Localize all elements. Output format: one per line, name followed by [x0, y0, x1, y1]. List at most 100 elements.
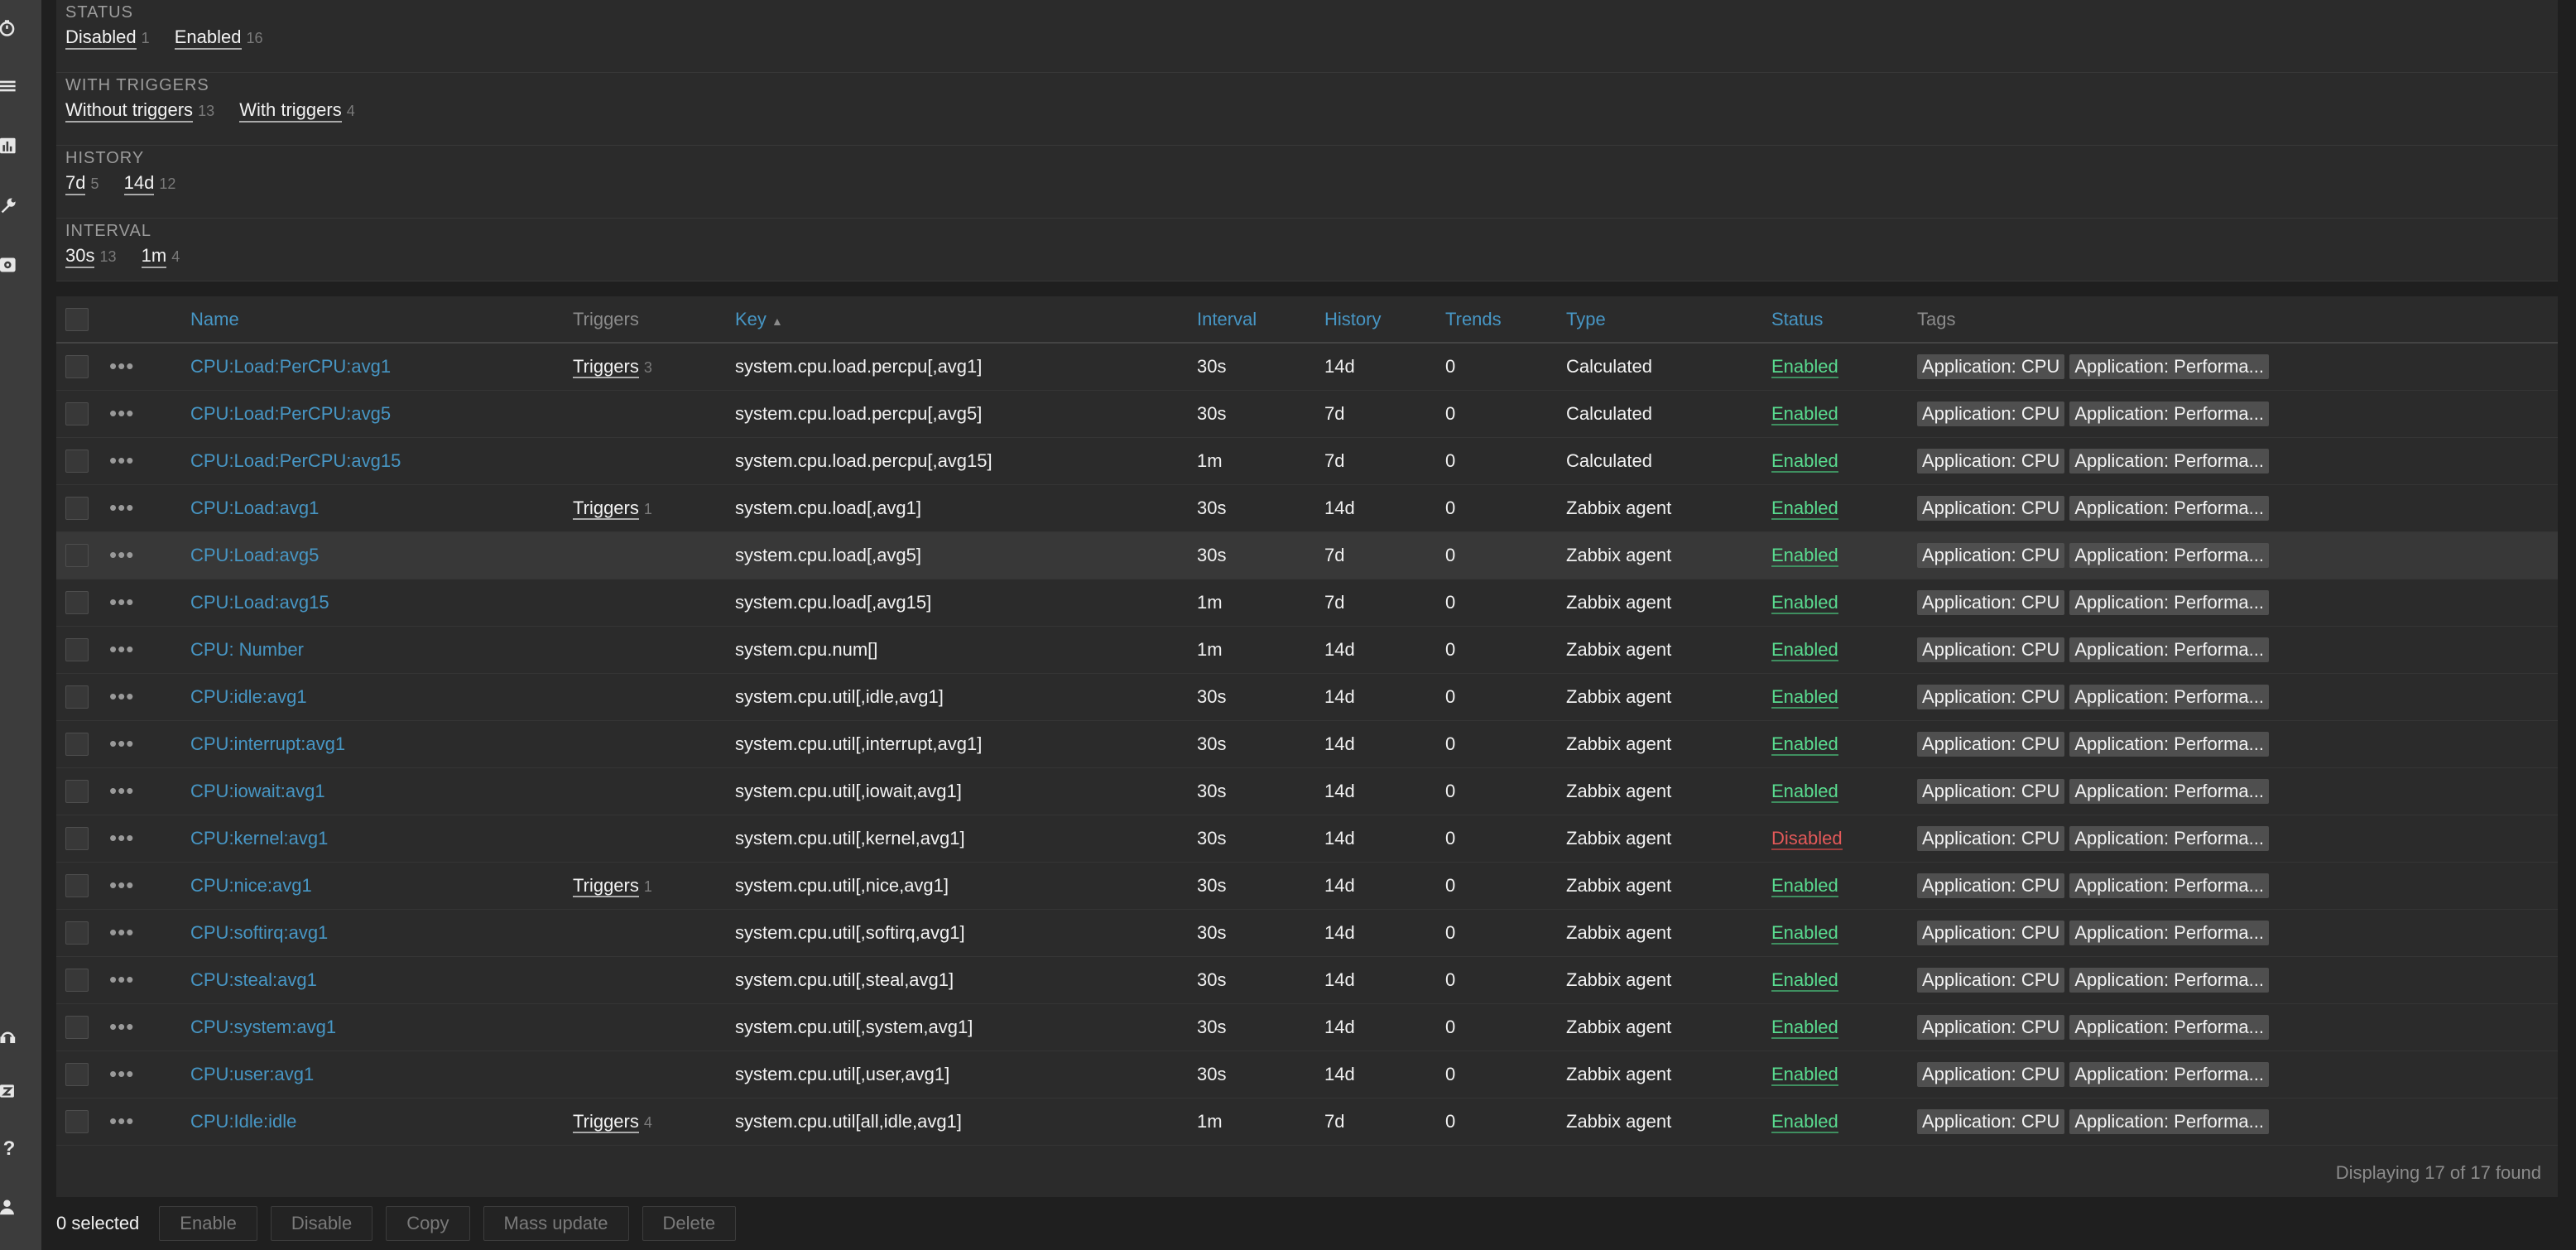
mass-update-button[interactable]: Mass update	[483, 1206, 629, 1241]
item-name-link[interactable]: CPU:Load:avg5	[190, 545, 319, 565]
row-checkbox[interactable]	[65, 1062, 89, 1086]
item-name-link[interactable]: CPU:Idle:idle	[190, 1111, 296, 1132]
row-menu-icon[interactable]: •••	[109, 731, 134, 756]
column-interval[interactable]: Interval	[1197, 296, 1324, 344]
status-toggle[interactable]: Disabled	[1771, 827, 1843, 850]
row-checkbox[interactable]	[65, 590, 89, 614]
column-type[interactable]: Type	[1566, 296, 1771, 344]
row-menu-icon[interactable]: •••	[109, 589, 134, 614]
row-checkbox[interactable]	[65, 1109, 89, 1133]
copy-button[interactable]: Copy	[386, 1206, 470, 1241]
column-status[interactable]: Status	[1771, 296, 1917, 344]
row-checkbox[interactable]	[65, 873, 89, 897]
filter-value[interactable]: With triggers 4	[239, 99, 355, 123]
zabbix-share-icon[interactable]	[0, 1076, 18, 1106]
item-name-link[interactable]: CPU:Load:PerCPU:avg5	[190, 403, 391, 424]
status-toggle[interactable]: Enabled	[1771, 497, 1838, 520]
item-name-link[interactable]: CPU:system:avg1	[190, 1017, 336, 1037]
filter-value[interactable]: Without triggers 13	[65, 99, 214, 123]
status-toggle[interactable]: Enabled	[1771, 1063, 1838, 1086]
status-toggle[interactable]: Enabled	[1771, 1016, 1838, 1039]
status-toggle[interactable]: Enabled	[1771, 685, 1838, 709]
row-checkbox[interactable]	[65, 354, 89, 378]
delete-button[interactable]: Delete	[642, 1206, 737, 1241]
filter-value[interactable]: 1m 4	[141, 245, 180, 268]
filter-value[interactable]: 30s 13	[65, 245, 117, 268]
status-toggle[interactable]: Enabled	[1771, 591, 1838, 614]
item-name-link[interactable]: CPU:nice:avg1	[190, 875, 312, 896]
status-toggle[interactable]: Enabled	[1771, 544, 1838, 567]
status-toggle[interactable]: Enabled	[1771, 780, 1838, 803]
triggers-link[interactable]: Triggers	[573, 1110, 639, 1133]
row-menu-icon[interactable]: •••	[109, 1061, 134, 1086]
filter-value[interactable]: Enabled 16	[174, 26, 263, 50]
row-menu-icon[interactable]: •••	[109, 1014, 134, 1039]
select-all-checkbox[interactable]	[65, 307, 89, 331]
row-menu-icon[interactable]: •••	[109, 920, 134, 945]
item-name-link[interactable]: CPU:Load:avg15	[190, 592, 329, 613]
row-menu-icon[interactable]: •••	[109, 825, 134, 850]
item-name-link[interactable]: CPU:kernel:avg1	[190, 828, 328, 849]
item-name-link[interactable]: CPU:idle:avg1	[190, 686, 307, 707]
status-toggle[interactable]: Enabled	[1771, 450, 1838, 473]
user-icon[interactable]	[0, 1192, 18, 1222]
row-menu-icon[interactable]: •••	[109, 1108, 134, 1133]
row-checkbox[interactable]	[65, 921, 89, 945]
support-icon[interactable]	[0, 1022, 18, 1051]
row-checkbox[interactable]	[65, 449, 89, 473]
column-trends[interactable]: Trends	[1445, 296, 1566, 344]
column-key[interactable]: Key ▲	[735, 296, 1197, 344]
status-toggle[interactable]: Enabled	[1771, 874, 1838, 897]
item-name-link[interactable]: CPU:Load:PerCPU:avg15	[190, 450, 401, 471]
disable-button[interactable]: Disable	[270, 1206, 373, 1241]
row-menu-icon[interactable]: •••	[109, 778, 134, 803]
filter-value[interactable]: Disabled 1	[65, 26, 150, 50]
wrench-icon[interactable]	[0, 190, 18, 220]
triggers-link[interactable]: Triggers	[573, 497, 639, 520]
row-checkbox[interactable]	[65, 826, 89, 850]
gear-icon[interactable]	[0, 250, 18, 280]
row-checkbox[interactable]	[65, 637, 89, 661]
column-history[interactable]: History	[1324, 296, 1445, 344]
item-name-link[interactable]: CPU: Number	[190, 639, 304, 660]
row-menu-icon[interactable]: •••	[109, 495, 134, 520]
column-name[interactable]: Name	[190, 296, 573, 344]
item-name-link[interactable]: CPU:user:avg1	[190, 1064, 314, 1084]
status-toggle[interactable]: Enabled	[1771, 355, 1838, 378]
stopwatch-icon[interactable]	[0, 13, 18, 43]
row-checkbox[interactable]	[65, 543, 89, 567]
filter-value[interactable]: 7d 5	[65, 172, 99, 195]
row-menu-icon[interactable]: •••	[109, 967, 134, 992]
item-name-link[interactable]: CPU:Load:avg1	[190, 498, 319, 518]
row-menu-icon[interactable]: •••	[109, 684, 134, 709]
status-toggle[interactable]: Enabled	[1771, 969, 1838, 992]
enable-button[interactable]: Enable	[159, 1206, 257, 1241]
row-checkbox[interactable]	[65, 732, 89, 756]
chart-icon[interactable]	[0, 131, 18, 161]
status-toggle[interactable]: Enabled	[1771, 402, 1838, 425]
row-menu-icon[interactable]: •••	[109, 637, 134, 661]
row-menu-icon[interactable]: •••	[109, 873, 134, 897]
item-name-link[interactable]: CPU:interrupt:avg1	[190, 733, 345, 754]
filter-value[interactable]: 14d 12	[123, 172, 175, 195]
row-menu-icon[interactable]: •••	[109, 448, 134, 473]
row-checkbox[interactable]	[65, 401, 89, 425]
item-name-link[interactable]: CPU:iowait:avg1	[190, 781, 325, 801]
status-toggle[interactable]: Enabled	[1771, 1110, 1838, 1133]
row-menu-icon[interactable]: •••	[109, 401, 134, 425]
triggers-link[interactable]: Triggers	[573, 355, 639, 378]
row-checkbox[interactable]	[65, 779, 89, 803]
row-menu-icon[interactable]: •••	[109, 542, 134, 567]
status-toggle[interactable]: Enabled	[1771, 733, 1838, 756]
status-toggle[interactable]: Enabled	[1771, 638, 1838, 661]
row-menu-icon[interactable]: •••	[109, 353, 134, 378]
row-checkbox[interactable]	[65, 496, 89, 520]
item-name-link[interactable]: CPU:steal:avg1	[190, 969, 317, 990]
triggers-link[interactable]: Triggers	[573, 874, 639, 897]
help-icon[interactable]: ?	[0, 1134, 18, 1164]
item-name-link[interactable]: CPU:softirq:avg1	[190, 922, 328, 943]
row-checkbox[interactable]	[65, 1015, 89, 1039]
row-checkbox[interactable]	[65, 685, 89, 709]
list-icon[interactable]	[0, 71, 18, 101]
item-name-link[interactable]: CPU:Load:PerCPU:avg1	[190, 356, 391, 377]
